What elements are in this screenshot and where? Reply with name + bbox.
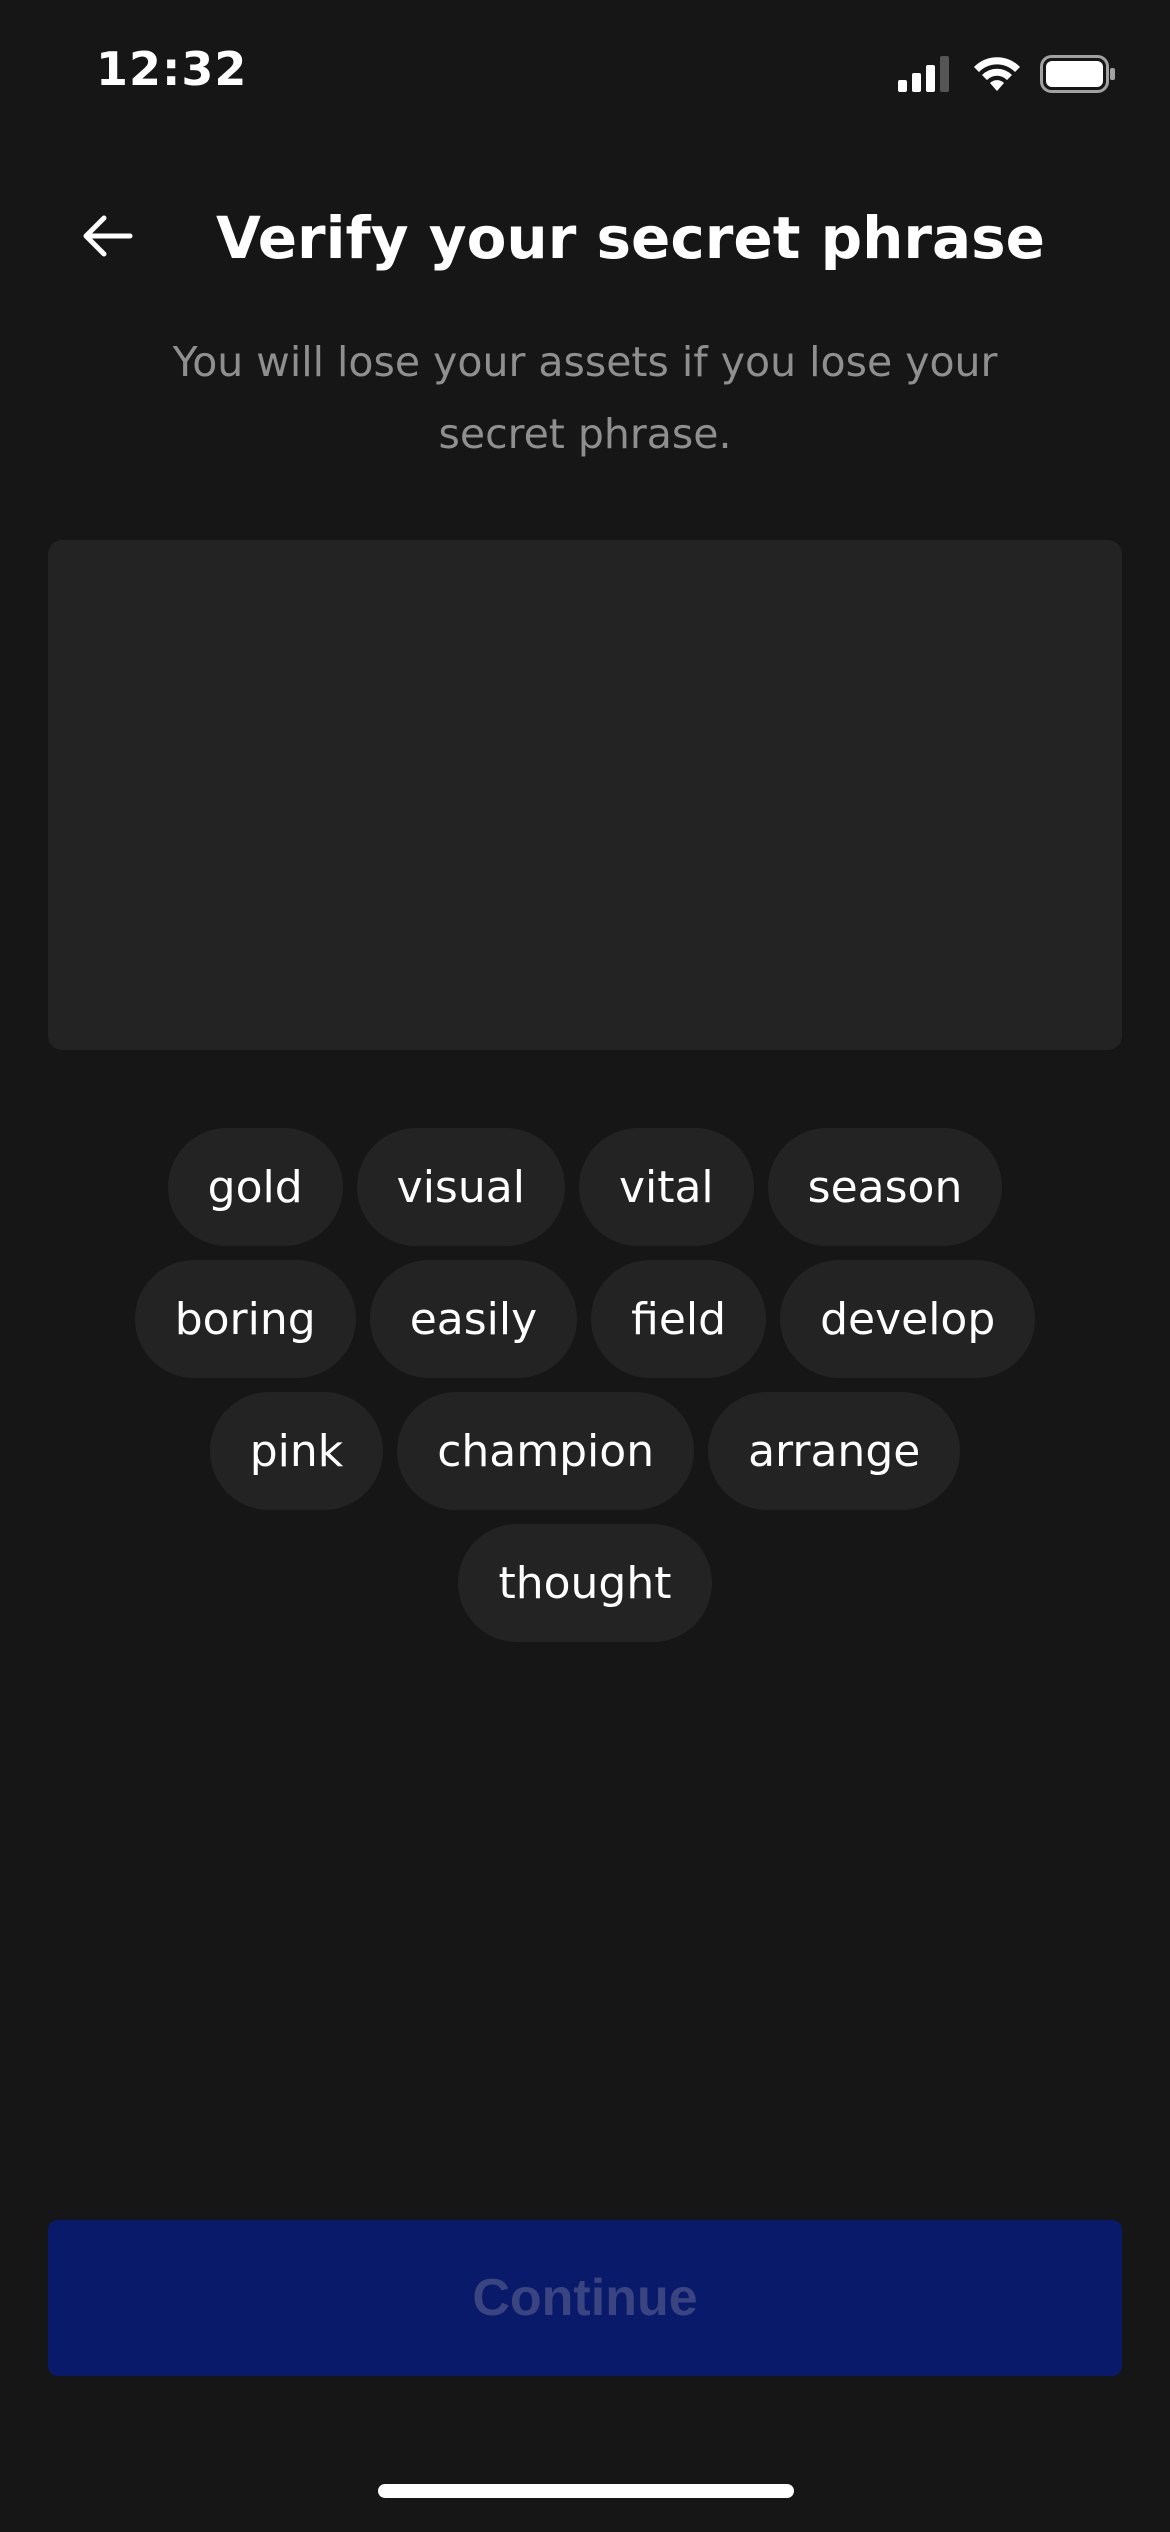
arrow-left-icon [82, 214, 134, 262]
page-title: Verify your secret phrase [216, 204, 1046, 272]
word-chip[interactable]: visual [356, 1128, 565, 1246]
word-chip[interactable]: field [591, 1260, 767, 1378]
word-chip[interactable]: easily [369, 1260, 578, 1378]
wifi-icon [972, 55, 1022, 93]
word-chip[interactable]: thought [458, 1524, 712, 1642]
word-chip[interactable]: arrange [708, 1392, 961, 1510]
status-icons [898, 52, 1116, 96]
word-chip[interactable]: boring [134, 1260, 356, 1378]
word-chip[interactable]: vital [578, 1128, 754, 1246]
back-button[interactable] [70, 200, 146, 276]
word-chip[interactable]: gold [167, 1128, 343, 1246]
word-chip[interactable]: season [767, 1128, 1003, 1246]
battery-icon [1040, 55, 1116, 93]
word-row: thought [48, 1524, 1122, 1642]
subtitle: You will lose your assets if you lose yo… [172, 338, 998, 458]
selected-phrase-area[interactable] [48, 540, 1122, 1050]
status-bar: 12:32 [0, 0, 1170, 150]
word-row: pink champion arrange [48, 1392, 1122, 1510]
continue-button[interactable]: Continue [48, 2220, 1122, 2376]
cellular-signal-icon [898, 56, 952, 92]
word-row: boring easily field develop [48, 1260, 1122, 1378]
home-indicator [378, 2484, 794, 2498]
word-chip-grid: gold visual vital season boring easily f… [48, 1128, 1122, 1656]
word-chip[interactable]: develop [780, 1260, 1036, 1378]
status-time: 12:32 [96, 42, 248, 96]
word-chip[interactable]: champion [397, 1392, 695, 1510]
verify-phrase-screen: 12:32 Verify your secret phrase You will… [0, 0, 1170, 2532]
word-row: gold visual vital season [48, 1128, 1122, 1246]
word-chip[interactable]: pink [209, 1392, 384, 1510]
